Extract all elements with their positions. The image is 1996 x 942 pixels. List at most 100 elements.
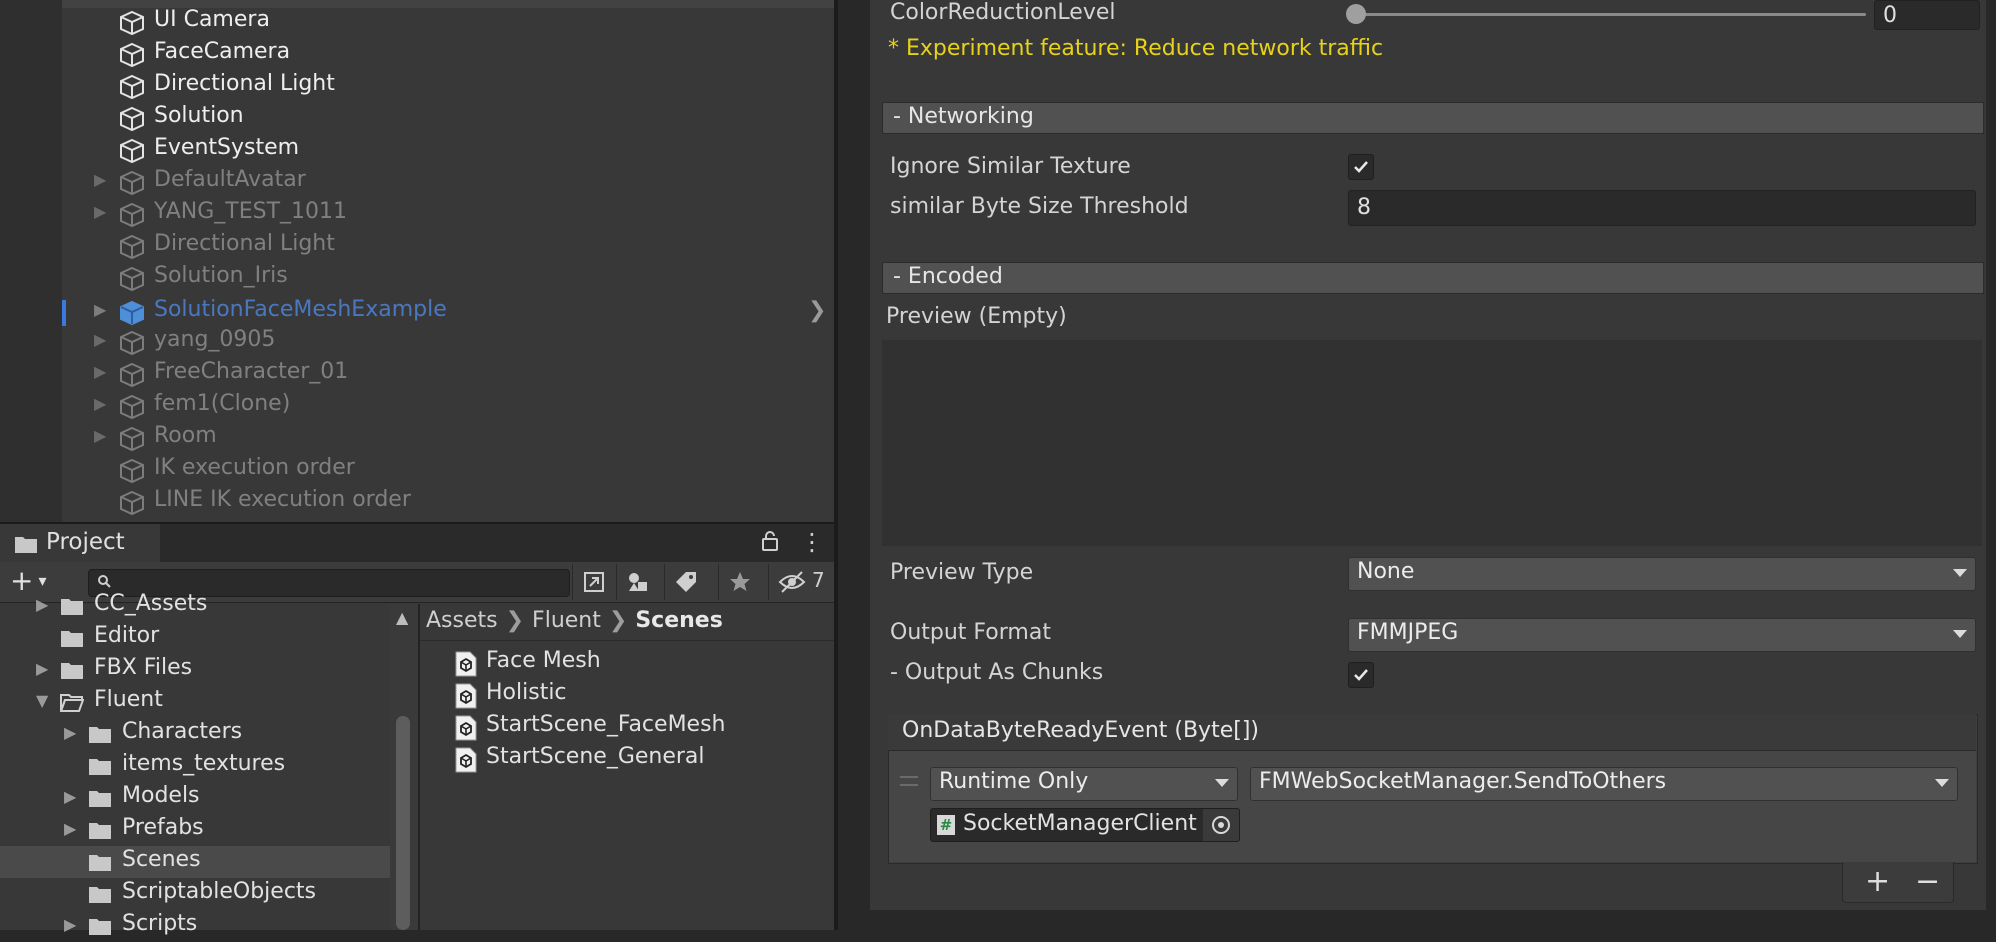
expand-arrow-icon[interactable]: ▶ (94, 426, 106, 445)
folder-tree-item-label: Characters (122, 719, 243, 744)
scrollbar-thumb[interactable] (396, 716, 410, 930)
chevron-right-icon[interactable]: ❯ (808, 298, 826, 323)
folder-tree-item[interactable]: ▶ Scripts (0, 910, 390, 942)
folder-tree-item[interactable]: ▶ Models (0, 782, 390, 814)
folder-tree-item[interactable]: Editor (0, 622, 390, 654)
output-format-dropdown[interactable]: FMMJPEG (1348, 618, 1976, 652)
hierarchy-item[interactable]: ▶ YANG_TEST_1011 (0, 198, 834, 230)
hierarchy-item[interactable]: Solution (0, 102, 834, 134)
gameobject-cube-icon (120, 330, 144, 356)
folder-tree-item[interactable]: items_textures (0, 750, 390, 782)
preview-type-dropdown[interactable]: None (1348, 557, 1976, 591)
expand-arrow-icon[interactable]: ▶ (94, 362, 106, 381)
tab-project[interactable]: Project (0, 524, 160, 562)
folder-tree-item-label: Scenes (122, 847, 201, 872)
remove-listener-button[interactable]: − (1915, 864, 1940, 899)
favorites-button[interactable] (718, 564, 761, 600)
hierarchy-item[interactable]: ▶ yang_0905 (0, 326, 834, 358)
folder-tree-scrollbar[interactable]: ▲ (390, 604, 418, 930)
tab-project-label: Project (46, 529, 125, 555)
hidden-packages-button[interactable] (768, 564, 835, 600)
target-object-field[interactable]: # SocketManagerClient (930, 808, 1240, 842)
hierarchy-item[interactable]: EventSystem (0, 134, 834, 166)
color-reduction-label: ColorReductionLevel (890, 0, 1116, 25)
kebab-menu-icon[interactable]: ⋮ (800, 528, 824, 556)
hierarchy-item[interactable]: LINE IK execution order (0, 486, 834, 518)
folder-icon (61, 663, 83, 679)
expand-arrow-icon[interactable]: ▶ (94, 170, 106, 189)
expand-arrow-icon[interactable]: ▶ (94, 330, 106, 349)
hierarchy-item-label: SolutionFaceMeshExample (154, 297, 447, 322)
hierarchy-item[interactable]: ▶ Room (0, 422, 834, 454)
folder-icon (89, 791, 111, 807)
hierarchy-item[interactable]: IK execution order (0, 454, 834, 486)
hierarchy-item-label: Solution_Iris (154, 263, 288, 288)
hierarchy-item[interactable]: ▶ SolutionFaceMeshExample (0, 296, 834, 328)
folder-tree-item[interactable]: ▶ FBX Files (0, 654, 390, 686)
folder-tree-item[interactable]: ▼ Fluent (0, 686, 390, 718)
folder-tree-item[interactable]: ▶ Prefabs (0, 814, 390, 846)
hierarchy-item[interactable]: ▶ DefaultAvatar (0, 166, 834, 198)
folder-icon (15, 537, 37, 553)
add-listener-button[interactable]: + (1865, 864, 1890, 899)
slider-handle[interactable] (1346, 4, 1366, 24)
scroll-up-icon[interactable]: ▲ (396, 608, 408, 627)
hierarchy-item[interactable]: ▶ fem1(Clone) (0, 390, 834, 422)
drag-handle-icon[interactable] (900, 776, 918, 786)
expand-arrow-icon[interactable]: ▶ (64, 723, 76, 742)
selection-indicator (62, 300, 66, 326)
expand-arrow-icon[interactable]: ▶ (64, 915, 76, 934)
runtime-mode-dropdown[interactable]: Runtime Only (930, 767, 1238, 801)
hierarchy-item[interactable]: UI Camera (0, 6, 834, 38)
folder-tree-item[interactable]: ▶ Characters (0, 718, 390, 750)
expand-arrow-icon[interactable]: ▶ (94, 394, 106, 413)
asset-item-label: StartScene_FaceMesh (486, 712, 726, 737)
function-dropdown[interactable]: FMWebSocketManager.SendToOthers (1250, 767, 1958, 801)
expand-arrow-icon[interactable]: ▶ (94, 300, 106, 319)
folder-tree-item[interactable]: ▶ CC_Assets (0, 590, 390, 622)
hierarchy-item[interactable]: Solution_Iris (0, 262, 834, 294)
divider (420, 640, 834, 641)
expand-arrow-icon[interactable]: ▶ (64, 787, 76, 806)
hierarchy-item-label: YANG_TEST_1011 (154, 199, 348, 224)
folder-tree-item-label: items_textures (122, 751, 286, 776)
collapse-arrow-icon[interactable]: ▼ (36, 691, 48, 710)
expand-arrow-icon[interactable]: ▶ (36, 659, 48, 678)
hierarchy-item[interactable]: ▶ FreeCharacter_01 (0, 358, 834, 390)
hierarchy-item[interactable]: Directional Light (0, 230, 834, 262)
lock-icon[interactable] (760, 530, 780, 552)
filter-by-type-button[interactable] (616, 564, 659, 600)
expand-arrow-icon[interactable]: ▶ (94, 202, 106, 221)
filter-by-label-button[interactable] (664, 564, 707, 600)
ignore-similar-checkbox[interactable] (1348, 154, 1374, 180)
ignore-similar-label: Ignore Similar Texture (890, 154, 1131, 179)
breadcrumb-assets[interactable]: Assets (426, 608, 498, 633)
networking-section-header[interactable]: - Networking (882, 102, 1984, 134)
hierarchy-item[interactable]: FaceCamera (0, 38, 834, 70)
breadcrumb-scenes[interactable]: Scenes (635, 608, 722, 633)
gameobject-cube-icon (120, 458, 144, 484)
folder-tree-item[interactable]: Scenes (0, 846, 390, 878)
hierarchy-item[interactable]: Directional Light (0, 70, 834, 102)
output-chunks-checkbox[interactable] (1348, 662, 1374, 688)
encoded-section-header[interactable]: - Encoded (882, 262, 1984, 294)
expand-arrow-icon[interactable]: ▶ (36, 595, 48, 614)
folder-tree-item-label: FBX Files (94, 655, 193, 680)
gameobject-cube-icon (120, 490, 144, 516)
breadcrumb-fluent[interactable]: Fluent (532, 608, 601, 633)
folder-open-icon (60, 694, 84, 712)
folder-tree-item-label: ScriptableObjects (122, 879, 317, 904)
threshold-field[interactable]: 8 (1348, 190, 1976, 226)
folder-tree-item[interactable]: ScriptableObjects (0, 878, 390, 910)
preview-type-value: None (1357, 559, 1415, 584)
dropdown-arrow-icon (1953, 569, 1967, 577)
color-reduction-field[interactable]: 0 (1874, 0, 1980, 30)
gameobject-cube-icon (120, 42, 144, 68)
object-picker-button[interactable] (1203, 809, 1239, 841)
color-reduction-slider[interactable] (1356, 13, 1866, 16)
expand-arrow-icon[interactable]: ▶ (64, 819, 76, 838)
open-in-window-button[interactable] (572, 564, 615, 600)
dropdown-arrow-icon (1935, 779, 1949, 787)
gameobject-cube-icon (120, 138, 144, 164)
folder-tree-item-label: Editor (94, 623, 160, 648)
